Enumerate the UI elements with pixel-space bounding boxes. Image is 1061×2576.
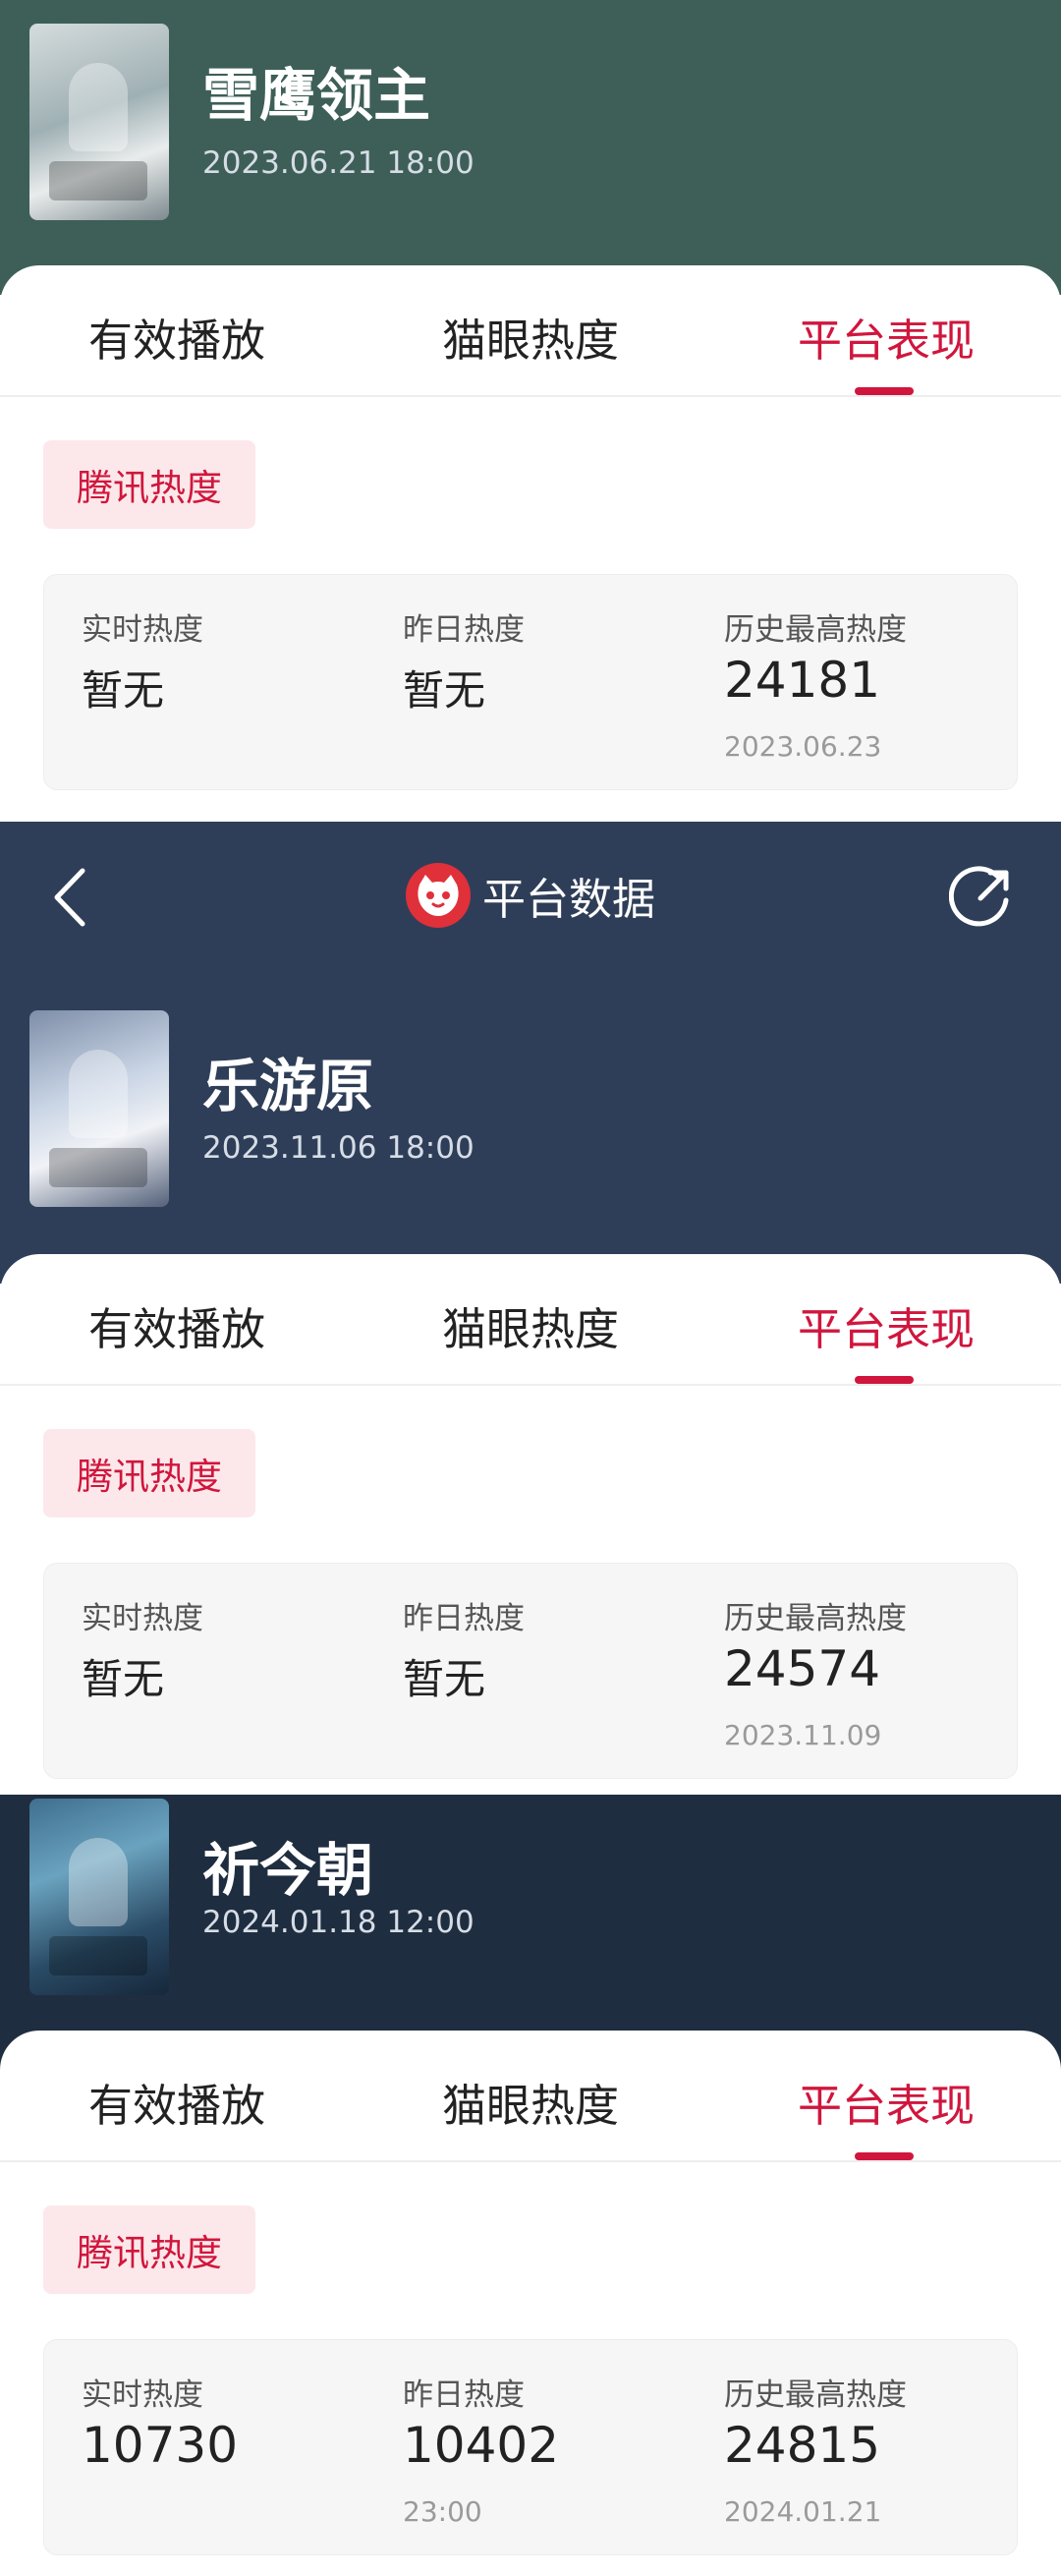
tab-maoyan-heat[interactable]: 猫眼热度 xyxy=(442,2070,619,2134)
poster-figure xyxy=(69,63,128,151)
show-header: 平台数据 乐游原 2023.11.06 18:00 xyxy=(0,822,1061,1284)
stat-time: 23:00 xyxy=(403,2495,482,2528)
stat-value: 10730 xyxy=(82,2417,239,2474)
stat-realtime: 实时热度 10730 xyxy=(82,2340,396,2554)
stat-label: 昨日热度 xyxy=(403,612,525,648)
poster-caption-block xyxy=(49,1936,147,1975)
stat-realtime: 实时热度 暂无 xyxy=(82,575,396,789)
stat-value: 暂无 xyxy=(403,666,486,715)
show-datetime: 2024.01.18 12:00 xyxy=(202,1905,475,1940)
show-title: 乐游原 xyxy=(202,1053,374,1119)
tab-maoyan-heat[interactable]: 猫眼热度 xyxy=(442,1293,619,1357)
stats-panel: 实时热度 暂无 昨日热度 暂无 历史最高热度 24181 2023.06.23 xyxy=(43,574,1018,790)
stat-historical-peak: 历史最高热度 24815 2024.01.21 xyxy=(724,2340,1038,2554)
stat-label: 昨日热度 xyxy=(403,2377,525,2413)
stat-historical-peak: 历史最高热度 24181 2023.06.23 xyxy=(724,575,1038,789)
show-datetime: 2023.11.06 18:00 xyxy=(202,1130,475,1166)
stat-value: 暂无 xyxy=(403,1655,486,1703)
platform-badge[interactable]: 腾讯热度 xyxy=(43,1429,255,1517)
show-poster[interactable] xyxy=(29,24,169,220)
tab-maoyan-heat[interactable]: 猫眼热度 xyxy=(442,305,619,369)
show-title: 祈今朝 xyxy=(202,1837,374,1904)
stat-value: 24181 xyxy=(724,652,881,709)
stat-label: 实时热度 xyxy=(82,1601,203,1636)
share-icon xyxy=(948,866,1009,927)
platform-badge[interactable]: 腾讯热度 xyxy=(43,440,255,529)
tab-effective-plays[interactable]: 有效播放 xyxy=(88,2070,265,2134)
show-header: 雪鹰领主 2023.06.21 18:00 xyxy=(0,0,1061,295)
stat-realtime: 实时热度 暂无 xyxy=(82,1564,396,1778)
tab-platform-performance[interactable]: 平台表现 xyxy=(798,305,975,369)
show-section-1: 雪鹰领主 2023.06.21 18:00 有效播放 猫眼热度 平台表现 腾讯热… xyxy=(0,0,1061,822)
stat-value: 暂无 xyxy=(82,666,165,715)
stat-date: 2023.11.09 xyxy=(724,1719,882,1751)
show-datetime: 2023.06.21 18:00 xyxy=(202,145,475,181)
stat-label: 历史最高热度 xyxy=(724,612,907,648)
tab-bar: 有效播放 猫眼热度 平台表现 xyxy=(0,265,1061,397)
poster-figure xyxy=(69,1838,128,1926)
poster-figure xyxy=(69,1050,128,1138)
tab-effective-plays[interactable]: 有效播放 xyxy=(88,1293,265,1357)
active-tab-indicator xyxy=(855,1376,914,1384)
active-tab-indicator xyxy=(855,2152,914,2160)
platform-badge[interactable]: 腾讯热度 xyxy=(43,2205,255,2294)
show-section-2: 平台数据 乐游原 2023.11.06 18:00 有效播放 猫眼热度 平台表现… xyxy=(0,822,1061,1795)
share-button[interactable] xyxy=(948,863,1016,930)
maoyan-cat-icon xyxy=(406,863,471,928)
show-poster[interactable] xyxy=(29,1799,169,1995)
stat-value: 10402 xyxy=(403,2417,560,2474)
stat-date: 2023.06.23 xyxy=(724,730,882,763)
stat-label: 历史最高热度 xyxy=(724,1601,907,1636)
data-card: 有效播放 猫眼热度 平台表现 腾讯热度 实时热度 10730 昨日热度 1040… xyxy=(0,2031,1061,2576)
stat-historical-peak: 历史最高热度 24574 2023.11.09 xyxy=(724,1564,1038,1778)
show-poster[interactable] xyxy=(29,1010,169,1207)
stat-value: 暂无 xyxy=(82,1655,165,1703)
show-section-3: 祈今朝 2024.01.18 12:00 有效播放 猫眼热度 平台表现 腾讯热度… xyxy=(0,1795,1061,2576)
top-nav-bar: 平台数据 xyxy=(0,822,1061,969)
stat-label: 昨日热度 xyxy=(403,1601,525,1636)
data-card: 有效播放 猫眼热度 平台表现 腾讯热度 实时热度 暂无 昨日热度 暂无 历史最高… xyxy=(0,1254,1061,1795)
tab-platform-performance[interactable]: 平台表现 xyxy=(798,1293,975,1357)
tab-platform-performance[interactable]: 平台表现 xyxy=(798,2070,975,2134)
stat-yesterday: 昨日热度 暂无 xyxy=(403,575,717,789)
stat-yesterday: 昨日热度 10402 23:00 xyxy=(403,2340,717,2554)
stat-value: 24815 xyxy=(724,2417,881,2474)
tab-bar: 有效播放 猫眼热度 平台表现 xyxy=(0,2031,1061,2162)
show-title: 雪鹰领主 xyxy=(202,62,431,129)
stat-label: 实时热度 xyxy=(82,2377,203,2413)
stat-date: 2024.01.21 xyxy=(724,2495,882,2528)
stat-yesterday: 昨日热度 暂无 xyxy=(403,1564,717,1778)
stat-label: 历史最高热度 xyxy=(724,2377,907,2413)
active-tab-indicator xyxy=(855,387,914,395)
page-title: 平台数据 xyxy=(482,875,655,925)
tab-bar: 有效播放 猫眼热度 平台表现 xyxy=(0,1254,1061,1386)
stat-label: 实时热度 xyxy=(82,612,203,648)
nav-title-group: 平台数据 xyxy=(0,861,1061,930)
tab-effective-plays[interactable]: 有效播放 xyxy=(88,305,265,369)
stats-panel: 实时热度 10730 昨日热度 10402 23:00 历史最高热度 24815… xyxy=(43,2339,1018,2555)
stats-panel: 实时热度 暂无 昨日热度 暂无 历史最高热度 24574 2023.11.09 xyxy=(43,1563,1018,1779)
poster-caption-block xyxy=(49,1148,147,1187)
poster-caption-block xyxy=(49,161,147,200)
stat-value: 24574 xyxy=(724,1640,881,1697)
data-card: 有效播放 猫眼热度 平台表现 腾讯热度 实时热度 暂无 昨日热度 暂无 历史最高… xyxy=(0,265,1061,822)
